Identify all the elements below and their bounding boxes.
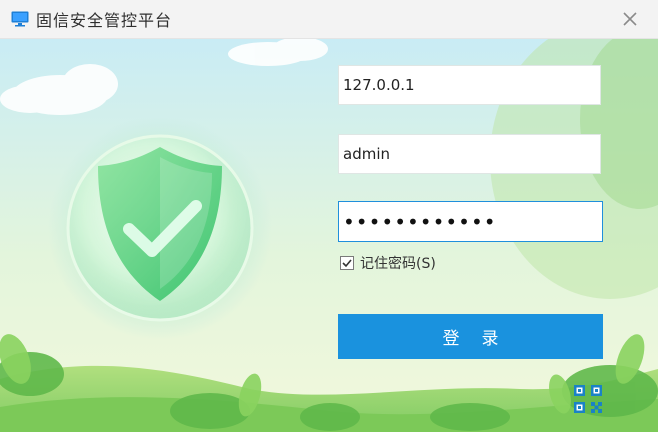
username-input[interactable] bbox=[338, 134, 601, 174]
login-window: 固信安全管控平台 记住密码(S) 登录 bbox=[0, 0, 658, 432]
qr-code-icon[interactable] bbox=[573, 384, 603, 414]
remember-password-label: 记住密码(S) bbox=[360, 256, 436, 272]
checkmark-icon bbox=[342, 259, 352, 268]
login-button[interactable]: 登录 bbox=[338, 314, 603, 359]
remember-password-checkbox[interactable] bbox=[340, 256, 354, 270]
password-input[interactable] bbox=[338, 201, 603, 242]
monitor-icon bbox=[11, 11, 29, 27]
title-bar: 固信安全管控平台 bbox=[0, 0, 658, 39]
remember-password-option[interactable]: 记住密码(S) bbox=[340, 253, 436, 273]
window-title: 固信安全管控平台 bbox=[36, 11, 173, 30]
server-address-input[interactable] bbox=[338, 65, 601, 105]
close-icon[interactable] bbox=[620, 9, 640, 29]
